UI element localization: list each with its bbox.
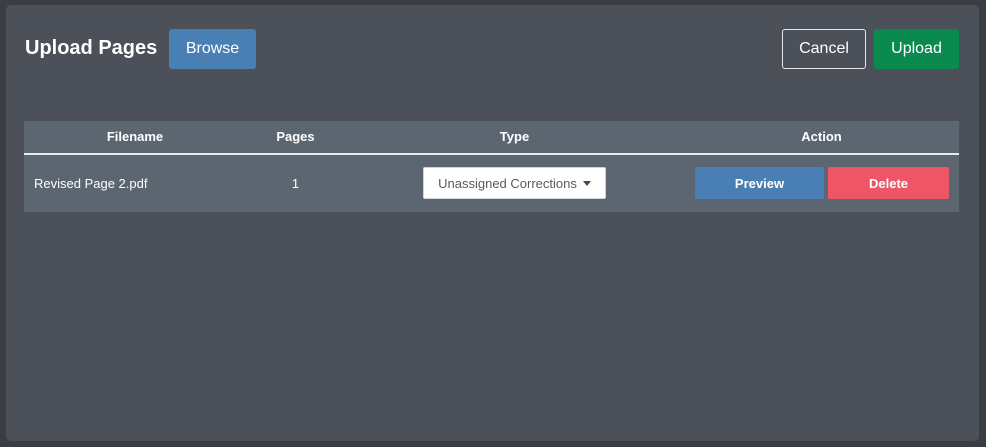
preview-button[interactable]: Preview [695,167,824,199]
modal-header: Upload Pages Browse Cancel Upload [6,5,979,95]
column-header-action: Action [801,129,842,144]
table-header: Filename Pages Type Action [24,121,959,155]
table-row: Revised Page 2.pdf 1 Unassigned Correcti… [24,155,959,212]
cancel-button[interactable]: Cancel [782,29,866,69]
uploaded-files-table: Filename Pages Type Action Revised Page … [24,121,959,212]
pages-cell: 1 [291,176,300,191]
modal-title: Upload Pages [25,37,158,59]
upload-pages-modal: Upload Pages Browse Cancel Upload Filena… [6,5,979,441]
type-dropdown[interactable]: Unassigned Corrections [423,167,606,199]
column-header-pages: Pages [276,129,315,144]
filename-cell: Revised Page 2.pdf [34,176,148,191]
type-dropdown-value: Unassigned Corrections [438,175,577,191]
caret-down-icon [582,180,591,186]
browse-button[interactable]: Browse [169,29,256,69]
column-header-type: Type [499,129,530,144]
column-header-filename: Filename [106,129,164,144]
delete-button[interactable]: Delete [828,167,949,199]
upload-button[interactable]: Upload [874,29,959,69]
